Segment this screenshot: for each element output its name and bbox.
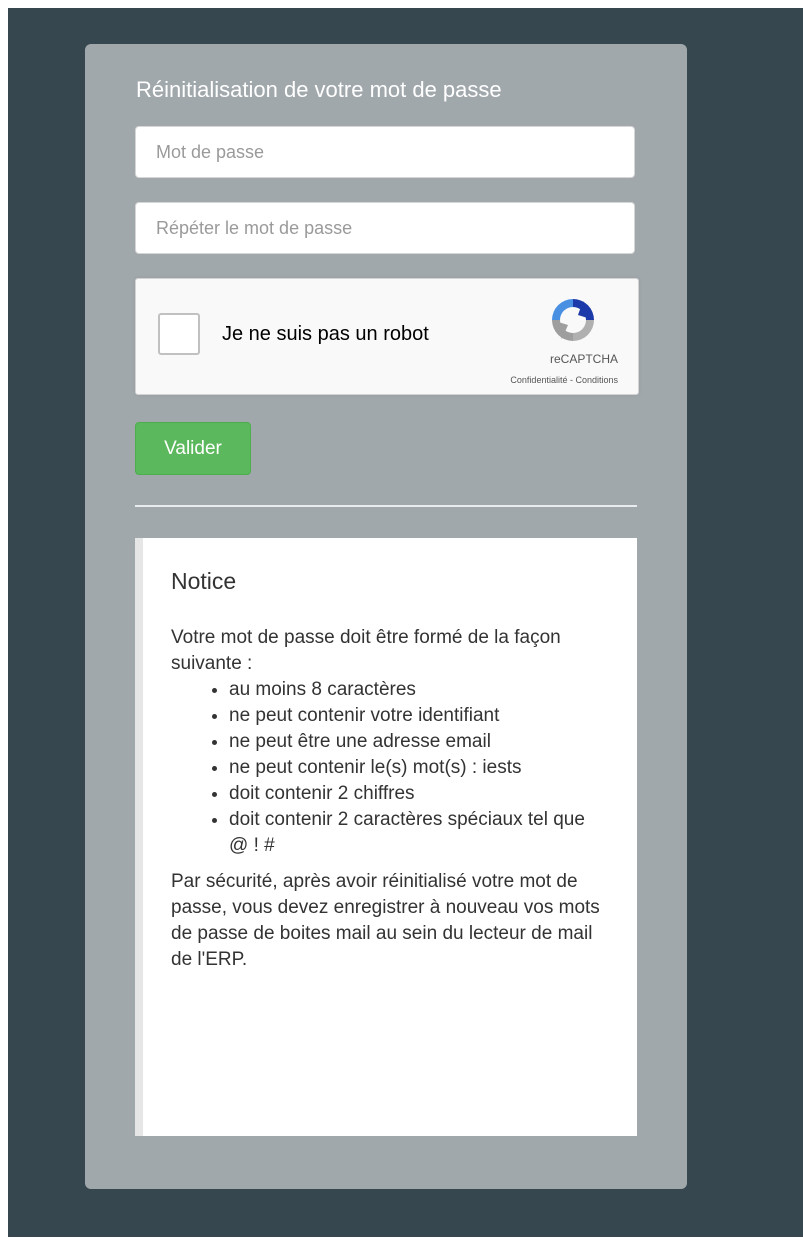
password-rule: ne peut contenir votre identifiant [229,703,607,729]
password-rule: ne peut être une adresse email [229,729,607,755]
password-rule: ne peut contenir le(s) mot(s) : iests [229,755,607,781]
recaptcha-widget: Je ne suis pas un robot reCAPTCHA Confid… [135,278,639,395]
password-rule: doit contenir 2 chiffres [229,781,607,807]
recaptcha-brand: reCAPTCHA [549,352,618,366]
recaptcha-icon [552,299,594,341]
password-rules-list: au moins 8 caractères ne peut contenir v… [171,677,607,859]
recaptcha-label: Je ne suis pas un robot [222,323,429,345]
password-repeat-input[interactable] [135,202,635,254]
card-title: Réinitialisation de votre mot de passe [136,77,502,102]
notice-panel: Notice Votre mot de passe doit être form… [135,538,637,1136]
notice-intro: Votre mot de passe doit être formé de la… [171,627,561,674]
password-rule: doit contenir 2 caractères spéciaux tel … [229,807,607,859]
password-rule: au moins 8 caractères [229,677,607,703]
notice-title: Notice [171,568,237,594]
notice-footer: Par sécurité, après avoir réinitialisé v… [171,871,600,970]
reset-password-card: Réinitialisation de votre mot de passe J… [85,44,687,1189]
password-input[interactable] [135,126,635,178]
divider [135,505,637,507]
recaptcha-links: Confidentialité - Conditions [510,375,618,385]
submit-button[interactable]: Valider [135,422,251,475]
recaptcha-terms-link[interactable]: Conditions [575,375,618,385]
recaptcha-privacy-link[interactable]: Confidentialité [510,375,567,385]
recaptcha-checkbox[interactable] [158,313,200,355]
